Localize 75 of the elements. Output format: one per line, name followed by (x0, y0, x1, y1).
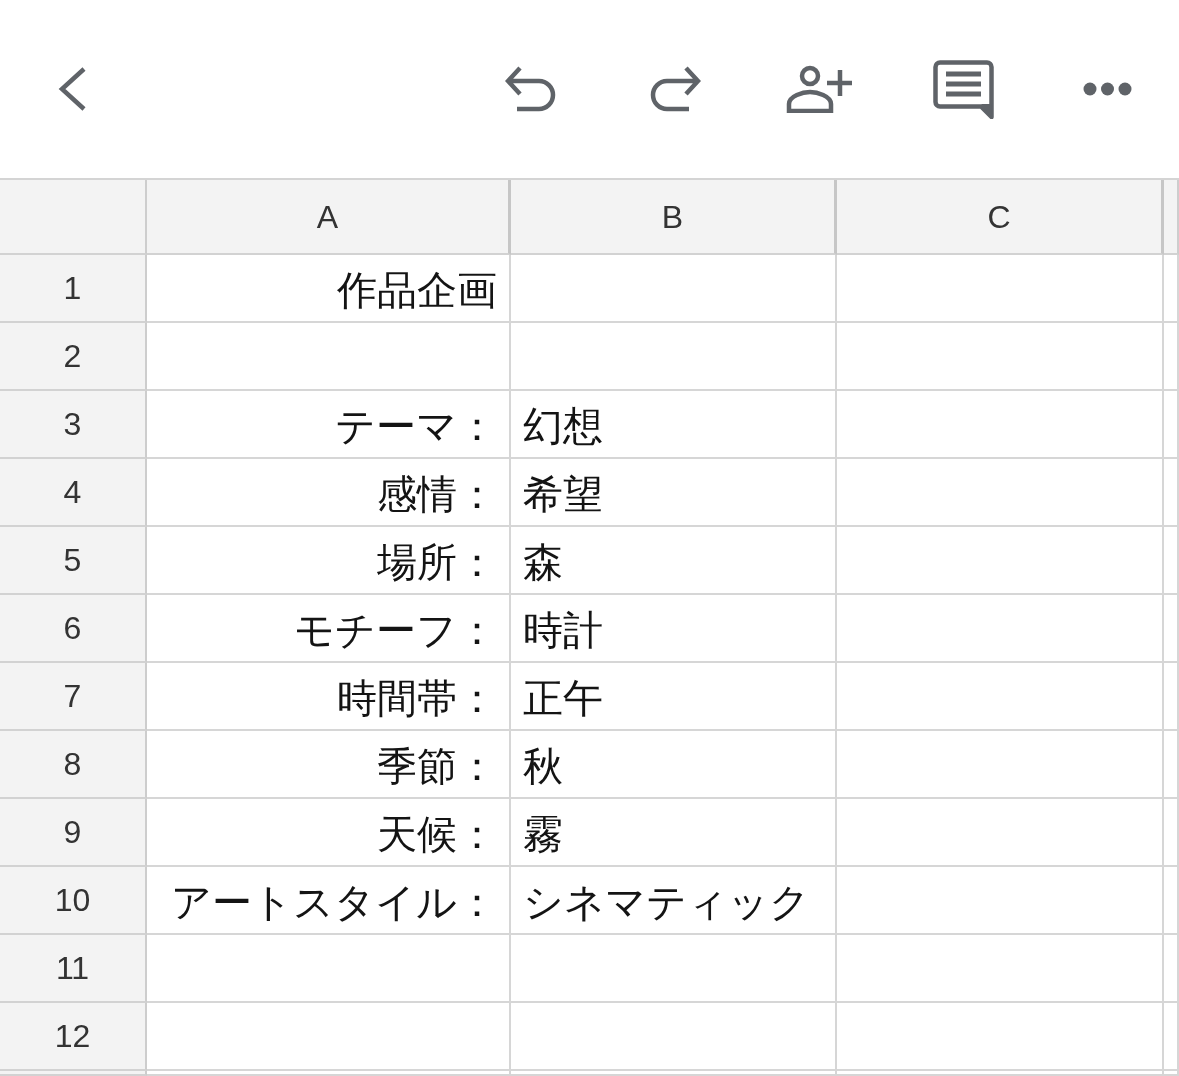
table-cell[interactable] (837, 527, 1164, 595)
table-cell[interactable]: 感情： (147, 459, 511, 527)
row-header[interactable]: 9 (0, 799, 147, 867)
table-cell[interactable] (1164, 323, 1179, 391)
row-header[interactable]: 4 (0, 459, 147, 527)
table-cell[interactable] (1164, 1003, 1179, 1071)
row-header[interactable]: 2 (0, 323, 147, 391)
table-cell[interactable]: 時間帯： (147, 663, 511, 731)
ellipsis-icon (1082, 82, 1132, 96)
row-header[interactable]: 12 (0, 1003, 147, 1071)
table-cell[interactable]: 幻想 (511, 391, 837, 459)
row-header[interactable]: 3 (0, 391, 147, 459)
table-cell[interactable] (1164, 799, 1179, 867)
table-cell[interactable]: 森 (511, 527, 837, 595)
table-cell[interactable] (837, 1003, 1164, 1071)
table-cell[interactable] (511, 255, 837, 323)
table-cell[interactable]: シネマティック (511, 867, 837, 935)
row-header[interactable]: 7 (0, 663, 147, 731)
table-cell[interactable] (1164, 1071, 1179, 1076)
table-cell[interactable] (1164, 255, 1179, 323)
table-cell[interactable] (1164, 391, 1179, 459)
redo-arrow-icon (649, 65, 701, 113)
table-cell[interactable] (511, 323, 837, 391)
table-cell[interactable] (147, 1003, 511, 1071)
table-cell[interactable] (837, 663, 1164, 731)
table-cell[interactable] (147, 323, 511, 391)
table-cell[interactable]: 作品企画 (147, 255, 511, 323)
table-cell[interactable] (1164, 731, 1179, 799)
column-header[interactable]: B (511, 180, 837, 255)
table-cell[interactable]: 時計 (511, 595, 837, 663)
select-all-corner[interactable] (0, 180, 147, 255)
row-header[interactable] (0, 1071, 147, 1076)
table-cell[interactable] (837, 1071, 1164, 1076)
row-header[interactable]: 10 (0, 867, 147, 935)
row-header[interactable]: 11 (0, 935, 147, 1003)
table-cell[interactable] (837, 391, 1164, 459)
table-cell[interactable]: 霧 (511, 799, 837, 867)
column-header[interactable]: C (837, 180, 1164, 255)
row-header[interactable]: 6 (0, 595, 147, 663)
table-cell[interactable] (837, 799, 1164, 867)
row-header[interactable]: 1 (0, 255, 147, 323)
table-cell[interactable]: 秋 (511, 731, 837, 799)
table-cell[interactable] (1164, 935, 1179, 1003)
row-header[interactable]: 5 (0, 527, 147, 595)
table-cell[interactable]: アートスタイル： (147, 867, 511, 935)
table-cell[interactable]: 正午 (511, 663, 837, 731)
row-header[interactable]: 8 (0, 731, 147, 799)
table-cell[interactable] (1164, 527, 1179, 595)
table-cell[interactable] (837, 595, 1164, 663)
column-header[interactable] (1164, 180, 1179, 255)
person-plus-icon (785, 65, 853, 113)
column-header[interactable]: A (147, 180, 511, 255)
table-cell[interactable] (837, 255, 1164, 323)
table-cell[interactable] (147, 935, 511, 1003)
table-cell[interactable] (837, 323, 1164, 391)
table-cell[interactable] (147, 1071, 511, 1076)
table-cell[interactable]: モチーフ： (147, 595, 511, 663)
table-cell[interactable]: 希望 (511, 459, 837, 527)
table-cell[interactable]: 場所： (147, 527, 511, 595)
table-cell[interactable] (1164, 459, 1179, 527)
table-cell[interactable]: テーマ： (147, 391, 511, 459)
table-cell[interactable] (511, 935, 837, 1003)
comment-icon (932, 59, 994, 119)
table-cell[interactable] (1164, 595, 1179, 663)
table-cell[interactable] (1164, 867, 1179, 935)
table-cell[interactable] (511, 1003, 837, 1071)
table-cell[interactable]: 天候： (147, 799, 511, 867)
table-cell[interactable] (837, 459, 1164, 527)
table-cell[interactable] (837, 935, 1164, 1003)
table-cell[interactable] (1164, 663, 1179, 731)
table-cell[interactable]: 季節： (147, 731, 511, 799)
undo-arrow-icon (505, 65, 557, 113)
table-cell[interactable] (837, 731, 1164, 799)
table-cell[interactable] (837, 867, 1164, 935)
table-cell[interactable] (511, 1071, 837, 1076)
